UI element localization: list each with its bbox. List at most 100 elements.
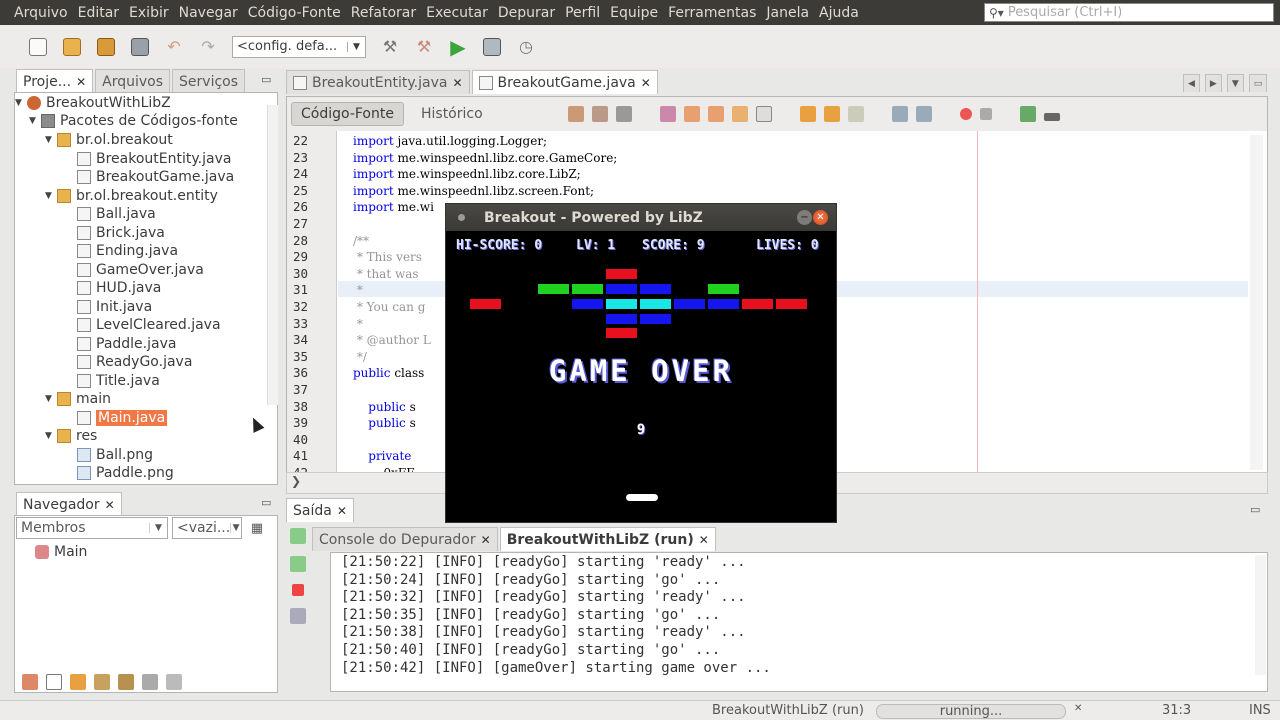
source-mode-button[interactable]: Código-Fonte xyxy=(291,102,404,126)
tree-node-src[interactable]: ▼ Pacotes de Códigos-fonte xyxy=(29,112,238,130)
minimize-icon[interactable]: − xyxy=(797,210,812,225)
history-mode-button[interactable]: Histórico xyxy=(412,102,492,126)
navigator-options-icon[interactable]: ▦ xyxy=(246,517,268,539)
menu-editar[interactable]: Editar xyxy=(73,5,124,21)
output-console[interactable]: [21:50:22] [INFO] [readyGo] starting 're… xyxy=(330,552,1268,692)
tree-node-file[interactable]: BreakoutEntity.java xyxy=(77,150,231,168)
tab-output[interactable]: Saída ✕ xyxy=(286,498,354,522)
output-scrollbar[interactable] xyxy=(1255,555,1266,675)
tree-node-file[interactable]: HUD.java xyxy=(77,279,161,297)
undo-icon[interactable]: ↶ xyxy=(160,33,188,61)
build-hammer-icon[interactable]: ⚒ xyxy=(376,33,404,61)
menu-refatorar[interactable]: Refatorar xyxy=(346,5,421,21)
open-project-icon[interactable] xyxy=(92,33,120,61)
tree-node-file[interactable]: Brick.java xyxy=(77,224,165,242)
last-edit-icon[interactable] xyxy=(567,106,584,122)
toggle-highlight-icon[interactable] xyxy=(731,106,748,122)
progress-bar[interactable]: running... xyxy=(876,704,1066,719)
editor-scrollbar[interactable] xyxy=(1250,135,1263,470)
menu-codigo-fonte[interactable]: Código-Fonte xyxy=(243,5,346,21)
tab-services[interactable]: Serviços xyxy=(172,69,246,93)
close-icon[interactable]: ✕ xyxy=(337,504,347,518)
expand-arrow-icon[interactable]: ❯ xyxy=(291,474,301,488)
members-combo[interactable]: Membros ▼ xyxy=(16,517,168,539)
close-icon[interactable]: ✕ xyxy=(452,76,462,90)
stop-macro-icon[interactable] xyxy=(979,108,992,120)
save-all-icon[interactable] xyxy=(126,33,154,61)
tree-node-image[interactable]: Ball.png xyxy=(77,446,153,464)
tab-files[interactable]: Arquivos xyxy=(95,69,171,93)
tree-scrollbar[interactable] xyxy=(267,105,278,405)
debug-icon[interactable] xyxy=(478,33,506,61)
tab-breakout-game[interactable]: BreakoutGame.java ✕ xyxy=(471,70,658,94)
scroll-left-icon[interactable]: ◀ xyxy=(1183,74,1200,92)
toggle-selection-icon[interactable] xyxy=(755,106,772,122)
profile-icon[interactable]: ◷ xyxy=(512,33,540,61)
expand-arrow-icon[interactable]: ▼ xyxy=(15,98,27,108)
filter-inherited-icon[interactable] xyxy=(94,674,110,690)
menu-navegar[interactable]: Navegar xyxy=(174,5,243,21)
close-icon[interactable]: ✕ xyxy=(641,76,651,90)
config-select[interactable]: <config. defa... ▼ xyxy=(232,35,366,58)
tab-navigator[interactable]: Navegador ✕ xyxy=(16,492,122,516)
filter-static-icon[interactable] xyxy=(46,674,62,690)
game-window[interactable]: Breakout - Powered by LibZ − ✕ HI-SCORE:… xyxy=(445,203,837,523)
close-icon[interactable]: ✕ xyxy=(76,75,86,89)
run-icon[interactable]: ▶ xyxy=(444,33,472,61)
tree-node-file[interactable]: ReadyGo.java xyxy=(77,353,192,371)
tree-node-file[interactable]: GameOver.java xyxy=(77,261,204,279)
scroll-right-icon[interactable]: ▶ xyxy=(1204,74,1222,92)
rerun-with-params-icon[interactable] xyxy=(290,556,306,572)
tab-list-icon[interactable]: ▼ xyxy=(1226,74,1244,92)
uncomment-icon[interactable] xyxy=(1043,113,1060,121)
start-macro-icon[interactable] xyxy=(959,108,972,120)
filter-combo[interactable]: <vazi... ▼ xyxy=(172,517,242,539)
filter-fqn-icon[interactable] xyxy=(118,674,134,690)
expand-arrow-icon[interactable]: ▼ xyxy=(45,191,57,201)
menu-ajuda[interactable]: Ajuda xyxy=(814,5,864,21)
tree-node-file-selected[interactable]: Main.java xyxy=(77,409,168,427)
tree-node-project[interactable]: ▼ BreakoutWithLibZ xyxy=(15,94,171,112)
menu-arquivo[interactable]: Arquivo xyxy=(0,5,73,21)
tree-node-file[interactable]: Paddle.java xyxy=(77,335,176,353)
cancel-task-icon[interactable]: ✕ xyxy=(1074,703,1082,714)
tree-node-file[interactable]: BreakoutGame.java xyxy=(77,168,234,186)
menu-depurar[interactable]: Depurar xyxy=(493,5,560,21)
stop-icon[interactable] xyxy=(292,584,304,596)
toggle-bookmark-icon[interactable] xyxy=(847,106,864,122)
game-window-titlebar[interactable]: Breakout - Powered by LibZ − ✕ xyxy=(446,204,836,231)
maximize-icon[interactable]: ▭ xyxy=(1248,74,1268,92)
window-menu-icon[interactable] xyxy=(458,214,465,221)
clean-build-icon[interactable]: ⚒ xyxy=(410,33,438,61)
tab-projects[interactable]: Proje... ✕ xyxy=(16,69,94,93)
find-icon[interactable] xyxy=(659,106,676,122)
tab-debugger-console[interactable]: Console do Depurador ✕ xyxy=(312,527,498,551)
menu-exibir[interactable]: Exibir xyxy=(124,5,174,21)
shift-left-icon[interactable] xyxy=(891,106,908,122)
close-icon[interactable]: ✕ xyxy=(813,210,828,225)
filter-nonpublic-icon[interactable] xyxy=(70,674,86,690)
tree-node-package[interactable]: ▼ main xyxy=(45,390,111,408)
find-previous-icon[interactable] xyxy=(683,106,700,122)
sort-by-name-icon[interactable] xyxy=(142,674,158,690)
menu-ferramentas[interactable]: Ferramentas xyxy=(663,5,761,21)
tree-node-package[interactable]: ▼ br.ol.breakout.entity xyxy=(45,187,218,205)
tree-node-file[interactable]: Ball.java xyxy=(77,205,156,223)
search-box[interactable]: ⚲▾ Pesquisar (Ctrl+I) xyxy=(984,3,1274,22)
rerun-icon[interactable] xyxy=(290,528,306,544)
tree-node-file[interactable]: Title.java xyxy=(77,372,160,390)
tree-node-image[interactable]: Paddle.png xyxy=(77,464,174,482)
minimize-panel-icon[interactable]: ▭ xyxy=(261,73,271,86)
sort-by-source-icon[interactable] xyxy=(166,674,182,690)
tree-node-package[interactable]: ▼ br.ol.breakout xyxy=(45,131,173,149)
tab-breakout-entity[interactable]: BreakoutEntity.java ✕ xyxy=(286,70,470,94)
menu-janela[interactable]: Janela xyxy=(761,5,814,21)
previous-bookmark-icon[interactable] xyxy=(799,106,816,122)
close-icon[interactable]: ✕ xyxy=(481,533,491,547)
filter-fields-icon[interactable] xyxy=(22,674,38,690)
next-bookmark-icon[interactable] xyxy=(823,106,840,122)
expand-arrow-icon[interactable]: ▼ xyxy=(45,135,57,145)
new-file-icon[interactable] xyxy=(24,33,52,61)
forward-icon[interactable] xyxy=(615,106,632,122)
close-icon[interactable]: ✕ xyxy=(699,533,709,547)
